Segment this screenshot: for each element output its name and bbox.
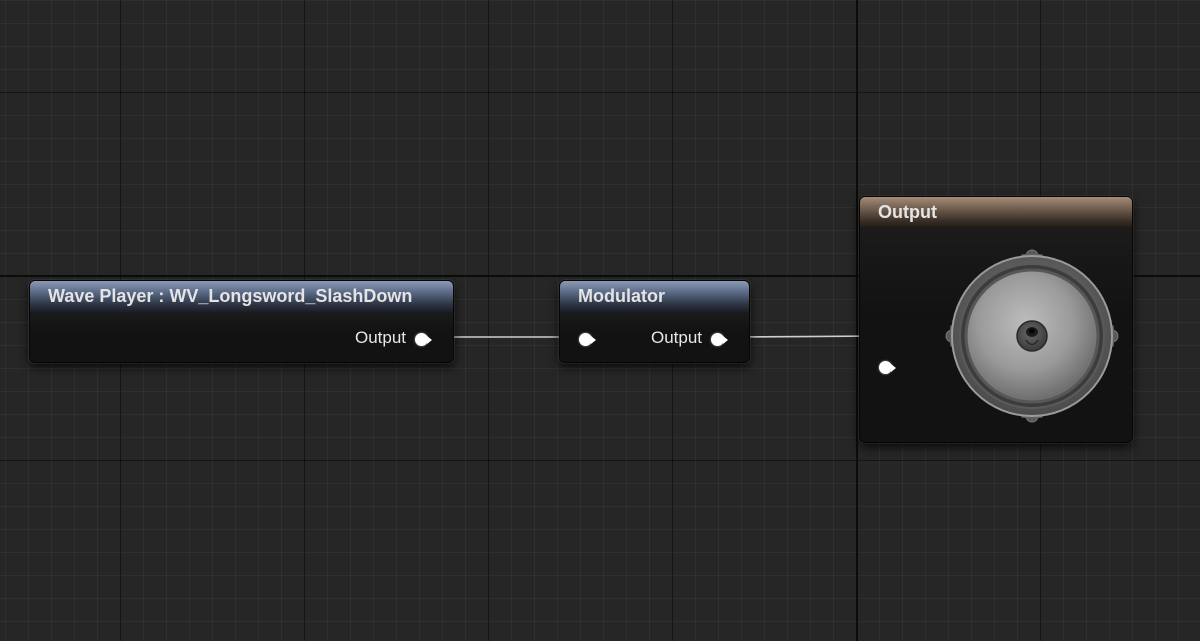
modulator-node-body: Output <box>560 312 749 362</box>
modulator-input-pin[interactable] <box>579 333 596 347</box>
graph-origin-vertical-line <box>856 0 858 641</box>
output-node[interactable]: Output <box>859 196 1133 443</box>
output-node-title[interactable]: Output <box>860 197 1132 228</box>
modulator-node-title[interactable]: Modulator <box>560 281 749 312</box>
wave-player-node-title[interactable]: Wave Player : WV_Longsword_SlashDown <box>30 281 453 312</box>
wave-player-output-label: Output <box>355 328 407 347</box>
speaker-icon <box>945 249 1119 423</box>
modulator-node[interactable]: Modulator Output <box>559 280 750 363</box>
wave-player-node[interactable]: Wave Player : WV_Longsword_SlashDown Out… <box>29 280 454 363</box>
modulator-output-label: Output <box>651 328 703 347</box>
output-input-pin[interactable] <box>879 361 896 375</box>
modulator-output-pin[interactable] <box>711 333 728 347</box>
pin-arrow-icon <box>891 364 896 372</box>
wave-player-node-body: Output <box>30 312 453 362</box>
output-node-body <box>860 228 1132 442</box>
pin-arrow-icon <box>427 336 432 344</box>
pin-arrow-icon <box>723 336 728 344</box>
pin-arrow-icon <box>591 336 596 344</box>
sound-cue-graph-canvas[interactable]: Wave Player : WV_Longsword_SlashDown Out… <box>0 0 1200 641</box>
wave-player-output-pin[interactable] <box>415 333 432 347</box>
